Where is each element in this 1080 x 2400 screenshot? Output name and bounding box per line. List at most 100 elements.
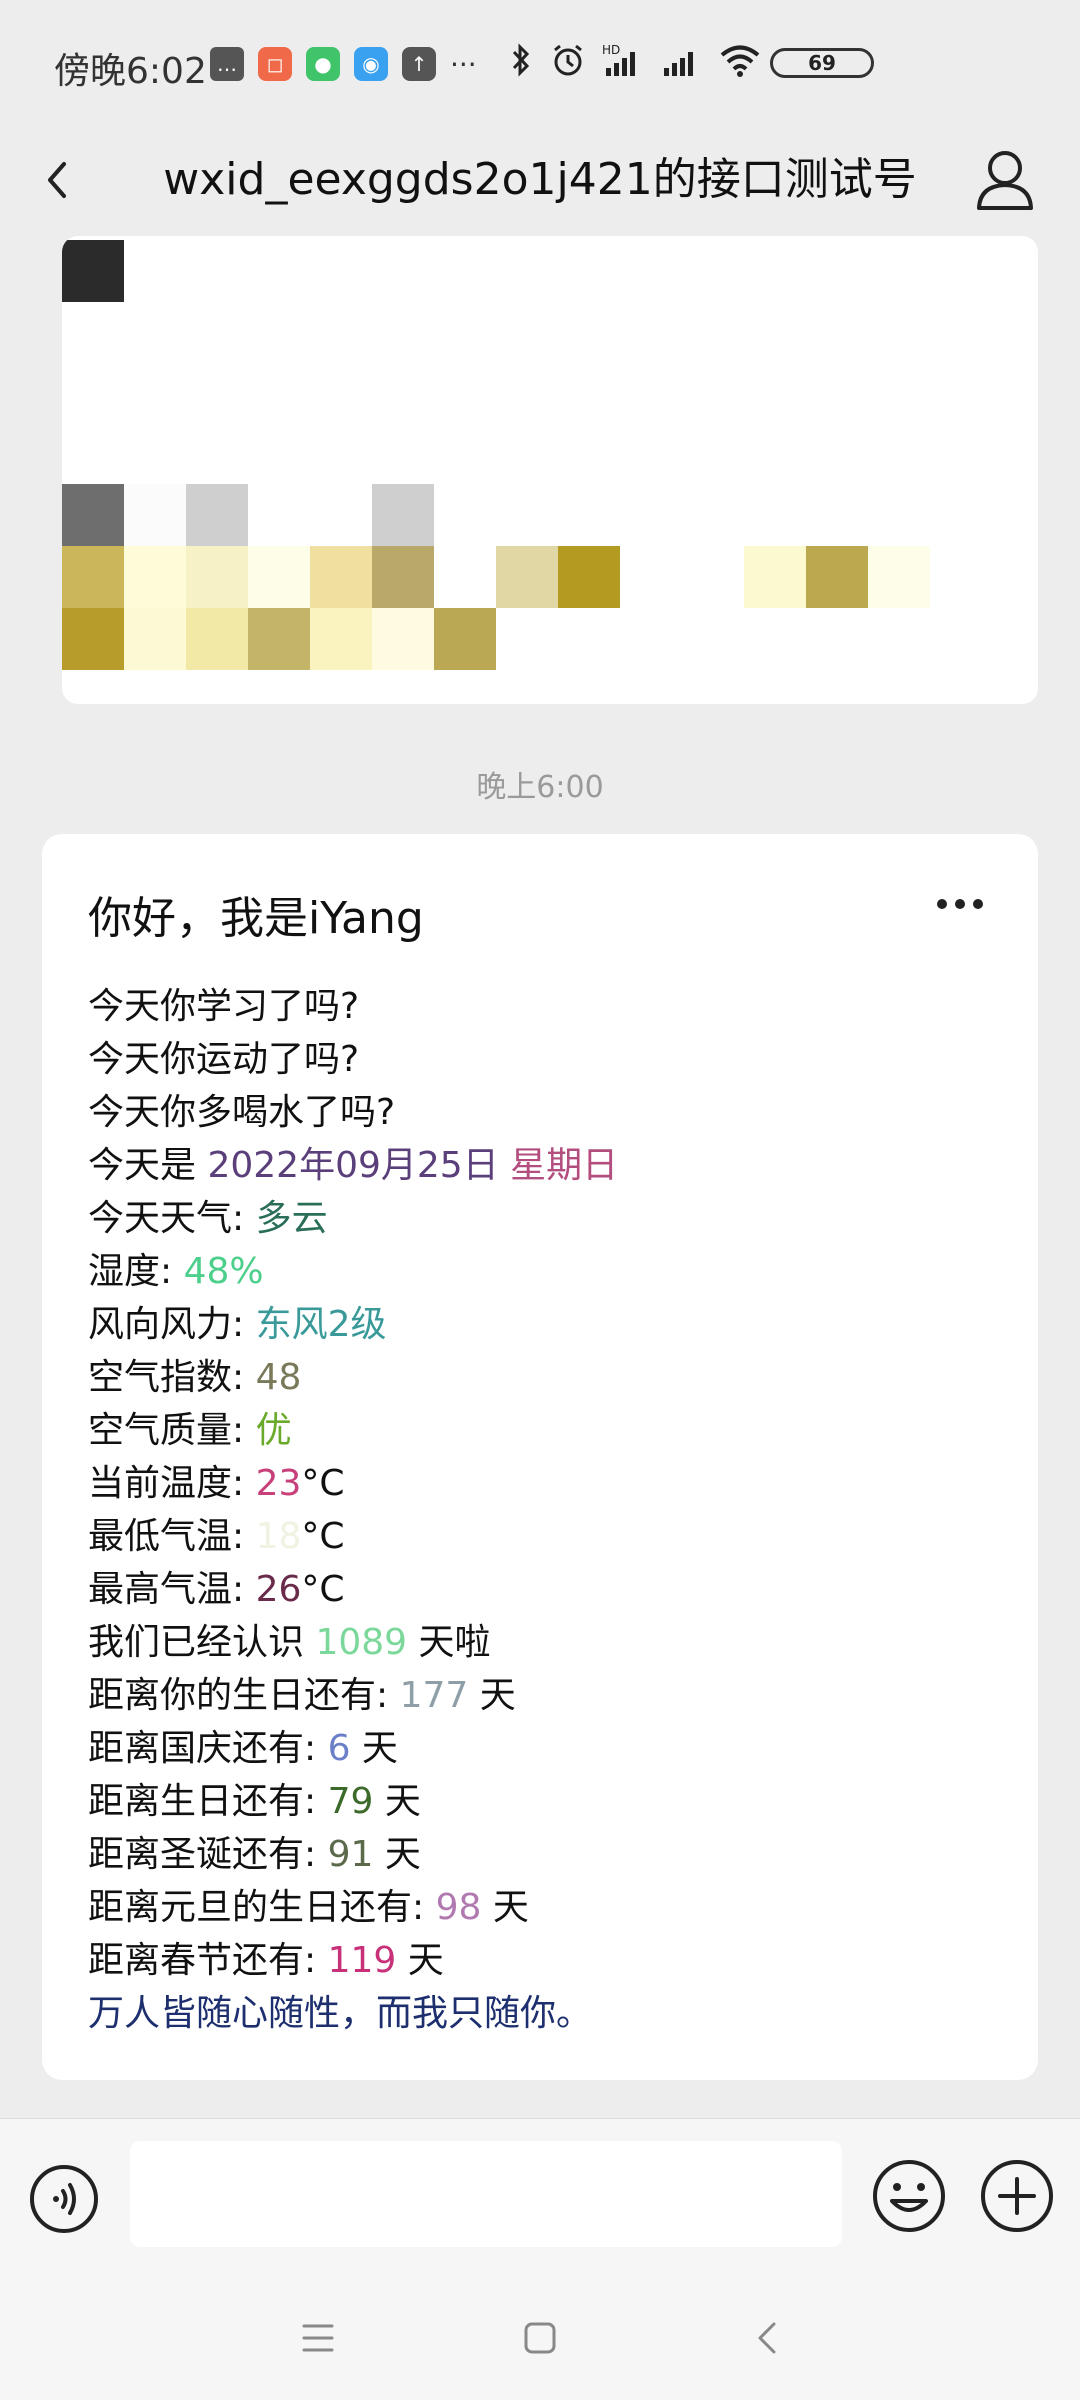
message-line: 最高气温: 26°C (88, 1563, 618, 1616)
status-system-icons: HD (508, 42, 762, 78)
line-label: 距离春节还有: (88, 1940, 328, 1981)
line-value: 26 (255, 1569, 302, 1610)
emoji-icon[interactable] (870, 2157, 948, 2235)
message-line: 距离春节还有: 119 天 (88, 1934, 618, 1987)
line-value: 东风2级 (255, 1304, 387, 1345)
line-value: 119 (327, 1940, 397, 1981)
line-label: 距离生日还有: (88, 1781, 328, 1822)
line-value: 79 (327, 1781, 374, 1822)
wechat-icon: ● (306, 47, 340, 81)
back-nav-icon[interactable] (738, 2308, 798, 2368)
message-line: 最低气温: 18°C (88, 1510, 618, 1563)
more-dots-icon: ··· (450, 47, 477, 81)
line-label: 距离你的生日还有: (88, 1675, 400, 1716)
menu-nav-icon[interactable] (288, 2308, 348, 2368)
wifi-icon (720, 45, 760, 77)
message-line: 空气质量: 优 (88, 1404, 618, 1457)
line-label: 湿度: (88, 1251, 184, 1292)
mosaic-block (744, 546, 806, 608)
mosaic-block (124, 484, 186, 546)
mosaic-block (806, 546, 868, 608)
line-suffix: 天啦 (407, 1622, 491, 1663)
mosaic-block (124, 546, 186, 608)
qq-icon: ◉ (354, 47, 388, 81)
line-label: 今天你学习了吗? (88, 986, 360, 1027)
line-label: 距离元旦的生日还有: (88, 1887, 436, 1928)
message-quote: 万人皆随心随性，而我只随你。 (88, 1993, 593, 2034)
mosaic-block (186, 484, 248, 546)
mosaic-block (372, 546, 434, 608)
mosaic-block (434, 608, 496, 670)
message-line: 今天天气: 多云 (88, 1192, 618, 1245)
message-input[interactable] (130, 2141, 842, 2247)
line-value: 48% (183, 1251, 264, 1292)
home-nav-icon[interactable] (510, 2308, 570, 2368)
mosaic-block (248, 546, 310, 608)
message-line: 今天你多喝水了吗? (88, 1086, 618, 1139)
line-label: 今天天气: (88, 1198, 256, 1239)
line-label: 今天你运动了吗? (88, 1039, 360, 1080)
message-line: 当前温度: 23°C (88, 1457, 618, 1510)
line-value: 多云 (255, 1198, 328, 1239)
voice-input-icon[interactable] (28, 2163, 100, 2235)
message-line: 今天是 2022年09月25日 星期日 (88, 1139, 618, 1192)
contact-profile-icon[interactable] (970, 130, 1040, 230)
status-notification-icons: … ◻ ● ◉ ↑ ··· (210, 44, 477, 84)
message-line: 风向风力: 东风2级 (88, 1298, 618, 1351)
more-options-icon[interactable] (930, 884, 990, 924)
line-value: 98 (435, 1887, 482, 1928)
mosaic-block (124, 608, 186, 670)
message-icon: … (210, 47, 244, 81)
alarm-icon (554, 44, 582, 76)
chat-timestamp: 晚上6:00 (476, 770, 604, 805)
mosaic-block (62, 240, 124, 302)
line-value: 2022年09月25日 (207, 1145, 499, 1186)
line-value-weekday: 星期日 (498, 1145, 619, 1186)
mosaic-block (62, 546, 124, 608)
message-line: 空气指数: 48 (88, 1351, 618, 1404)
signal-icon (664, 52, 693, 76)
system-nav-bar (0, 2270, 1080, 2400)
line-suffix: 天 (468, 1675, 516, 1716)
chat-input-bar (0, 2118, 1080, 2271)
mosaic-block (62, 608, 124, 670)
more-functions-plus-icon[interactable] (978, 2157, 1056, 2235)
message-line: 距离国庆还有: 6 天 (88, 1722, 618, 1775)
line-label: 距离圣诞还有: (88, 1834, 328, 1875)
message-line: 距离圣诞还有: 91 天 (88, 1828, 618, 1881)
status-time: 傍晚6:02 (54, 51, 207, 92)
mosaic-block (248, 608, 310, 670)
chat-title: wxid_eexggds2o1j421的接口测试号 (163, 154, 917, 205)
back-icon[interactable] (32, 140, 92, 220)
line-suffix: 天 (481, 1887, 529, 1928)
battery-level: 69 (808, 51, 836, 75)
line-suffix: 天 (350, 1728, 398, 1769)
mosaic-block (310, 608, 372, 670)
line-value: 6 (327, 1728, 351, 1769)
mosaic-block (372, 608, 434, 670)
mosaic-block (558, 546, 620, 608)
line-suffix: 天 (373, 1834, 421, 1875)
bluetooth-icon (512, 43, 530, 77)
line-label: 距离国庆还有: (88, 1728, 328, 1769)
line-label: 风向风力: (88, 1304, 256, 1345)
status-bar: 傍晚6:02 … ◻ ● ◉ ↑ ··· HD 69 (0, 0, 1080, 130)
line-label: 当前温度: (88, 1463, 256, 1504)
mosaic-block (186, 608, 248, 670)
message-line: 距离生日还有: 79 天 (88, 1775, 618, 1828)
mosaic-block (310, 546, 372, 608)
message-line: 湿度: 48% (88, 1245, 618, 1298)
line-value: 18 (255, 1516, 302, 1557)
message-line: 今天你学习了吗? (88, 980, 618, 1033)
line-label: 我们已经认识 (88, 1622, 316, 1663)
template-message-card[interactable]: 你好，我是iYang 今天你学习了吗? 今天你运动了吗? 今天你多喝水了吗? 今天是 … (42, 834, 1038, 2080)
message-line: 距离你的生日还有: 177 天 (88, 1669, 618, 1722)
line-label: 空气指数: (88, 1357, 256, 1398)
line-value: 48 (255, 1357, 302, 1398)
image-message-card[interactable] (62, 236, 1038, 704)
line-value: 91 (327, 1834, 374, 1875)
mosaic-block (186, 546, 248, 608)
svg-text:HD: HD (602, 43, 620, 57)
message-body: 今天你学习了吗? 今天你运动了吗? 今天你多喝水了吗? 今天是 2022年09月25日… (88, 980, 618, 2040)
mosaic-block (868, 546, 930, 608)
